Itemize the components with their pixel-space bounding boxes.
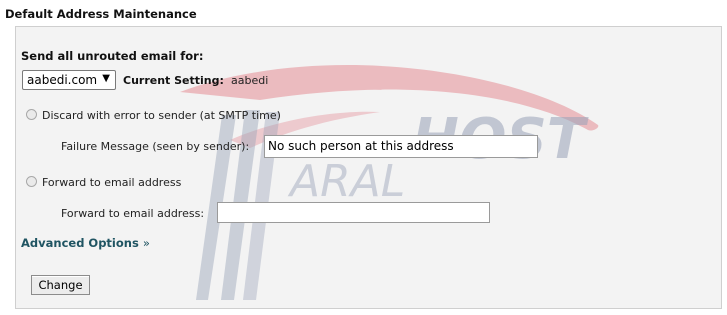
change-button[interactable]: Change	[31, 275, 90, 295]
domain-select[interactable]: aabedi.com ▼	[22, 70, 116, 90]
settings-panel	[15, 26, 722, 309]
discard-radio[interactable]	[26, 109, 37, 120]
failure-message-input[interactable]: No such person at this address	[264, 135, 538, 158]
domain-select-value: aabedi.com	[27, 73, 98, 87]
advanced-options-link[interactable]: Advanced Options »	[21, 236, 150, 250]
forward-radio[interactable]	[26, 176, 37, 187]
forward-address-label: Forward to email address:	[61, 207, 205, 220]
advanced-options-label: Advanced Options	[21, 236, 139, 250]
page-title: Default Address Maintenance	[5, 7, 197, 21]
forward-option-label[interactable]: Forward to email address	[42, 176, 181, 189]
discard-option-label[interactable]: Discard with error to sender (at SMTP ti…	[42, 109, 281, 122]
current-setting-label: Current Setting:	[123, 74, 224, 87]
failure-message-label: Failure Message (seen by sender):	[61, 140, 250, 153]
failure-message-value: No such person at this address	[268, 139, 454, 153]
double-chevron-right-icon: »	[142, 236, 150, 250]
forward-address-input[interactable]	[217, 202, 490, 223]
section-label: Send all unrouted email for:	[21, 49, 204, 63]
dropdown-arrow-icon: ▼	[102, 73, 110, 84]
current-setting-value: aabedi	[231, 74, 269, 87]
